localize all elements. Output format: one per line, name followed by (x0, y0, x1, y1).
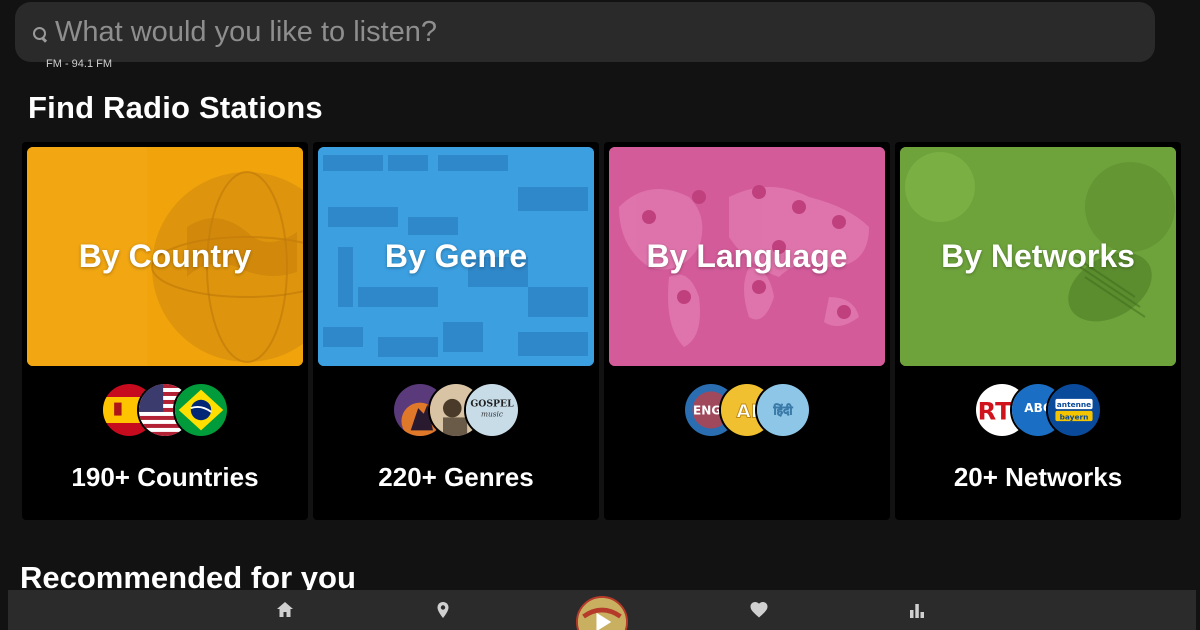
badge-cluster: ENGL AI हिंदी (683, 382, 811, 438)
card-title: By Language (646, 238, 848, 274)
player-button[interactable] (576, 596, 628, 630)
antenne-bayern-network-icon: antenne bayern (1046, 382, 1102, 438)
heart-icon[interactable] (749, 600, 769, 620)
card-title: By Networks (941, 238, 1135, 274)
brazil-flag-icon (173, 382, 229, 438)
card-title: By Genre (384, 238, 528, 274)
card-banner: By Country (27, 147, 303, 366)
location-icon[interactable] (433, 600, 453, 620)
search-bar[interactable] (15, 2, 1155, 62)
section-title-find: Find Radio Stations (28, 90, 323, 125)
find-stations-cards: By Country 190+ Countries By Genre GOSPE… (22, 142, 1182, 520)
search-icon (31, 21, 53, 43)
gospel-badge-subtext: music (481, 410, 503, 419)
card-by-country[interactable]: By Country 190+ Countries (22, 142, 308, 520)
rt-badge-text: RT (978, 397, 1012, 425)
badge-cluster: RT ABC antenne bayern (974, 382, 1102, 438)
home-icon[interactable] (275, 600, 295, 620)
search-input[interactable] (55, 15, 1135, 49)
card-banner: By Language (609, 147, 885, 366)
gospel-genre-icon: GOSPEL music (464, 382, 520, 438)
bottom-nav (8, 590, 1196, 630)
card-title: By Country (78, 238, 252, 274)
antenne-badge-line1: antenne (1057, 400, 1091, 409)
card-banner: By Genre (318, 147, 594, 366)
chart-icon[interactable] (907, 600, 927, 620)
card-by-language[interactable]: By Language ENGL AI हिंदी (604, 142, 890, 520)
card-banner: By Networks (900, 147, 1176, 366)
play-icon (578, 598, 626, 630)
hindi-badge-text: हिंदी (772, 403, 793, 418)
card-count: 20+ Networks (953, 462, 1123, 492)
card-by-networks[interactable]: By Networks RT ABC antenne bayern 20+ Ne… (895, 142, 1181, 520)
gospel-badge-text: GOSPEL (470, 398, 514, 409)
card-by-genre[interactable]: By Genre GOSPEL music 220+ Genres (313, 142, 599, 520)
badge-cluster: GOSPEL music (392, 382, 520, 438)
antenne-badge-line2: bayern (1060, 412, 1089, 421)
badge-cluster (101, 382, 229, 438)
now-playing-peek: FM - 94.1 FM (46, 58, 113, 70)
hindi-language-icon: हिंदी (755, 382, 811, 438)
card-count: 190+ Countries (71, 462, 259, 492)
card-count: 220+ Genres (378, 462, 534, 492)
